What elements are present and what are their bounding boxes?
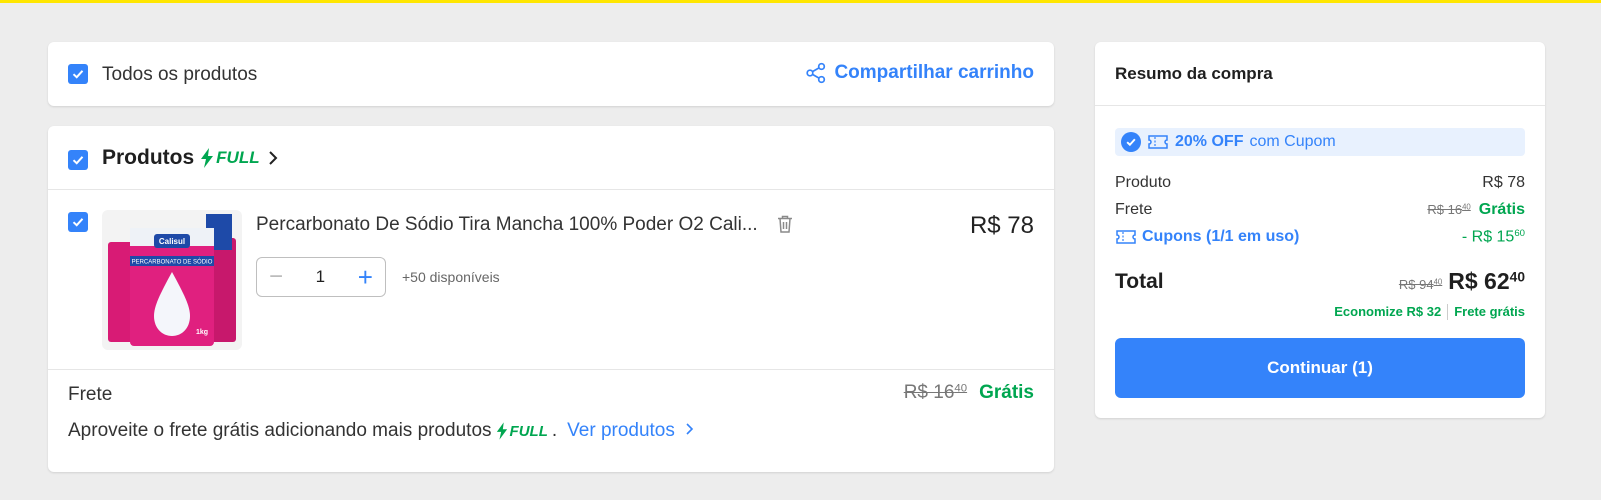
savings-divider [1447,304,1449,320]
purchase-summary-card: Resumo da compra 20% OFF com Cupom Produ… [1095,42,1545,418]
total-price: R$ 9440 R$ 6240 [1399,268,1525,295]
item-checkbox[interactable] [68,212,88,232]
product-image: Calisul PERCARBONATO DE SÓDIO 1kg [108,214,236,346]
free-shipping-promo: Aproveite o frete grátis adicionando mai… [68,420,694,442]
check-icon [72,156,84,165]
summary-coupons-row: Cupons (1/1 em uso) - R$ 1560 [1115,228,1525,246]
summary-shipping-old-cents: 40 [1462,202,1471,212]
select-all-checkbox[interactable] [68,64,88,84]
item-price: R$ 78 [969,212,1034,239]
lightning-icon [201,148,214,168]
see-products-label: Ver produtos [567,420,675,441]
stock-available: +50 disponíveis [402,269,500,285]
ticket-icon [1148,135,1168,149]
group-title[interactable]: Produtos FULL [102,146,280,170]
total-amount: R$ 62 [1448,268,1510,294]
thumb-weight: 1kg [196,329,208,336]
summary-title: Resumo da compra [1095,42,1545,106]
summary-shipping-label: Frete [1115,201,1153,218]
shipping-old-cents: 40 [954,382,968,395]
coupons-label: Cupons (1/1 em uso) [1142,228,1300,246]
group-checkbox[interactable] [68,150,88,170]
check-icon [72,218,84,227]
delete-item-button[interactable] [776,214,794,239]
chevron-right-icon [686,423,694,435]
total-old-price: R$ 9440 [1399,277,1442,292]
product-thumbnail[interactable]: Calisul PERCARBONATO DE SÓDIO 1kg [102,210,242,350]
quantity-stepper: − 1 + [256,257,386,297]
share-icon [806,62,826,84]
check-icon [72,70,84,79]
total-value: R$ 6240 [1448,268,1525,295]
shipping-label: Frete [68,384,113,405]
cart-item: Calisul PERCARBONATO DE SÓDIO 1kg Percar… [48,190,1054,370]
increase-quantity-button[interactable]: + [358,264,373,290]
coupons-link[interactable]: Cupons (1/1 em uso) [1115,228,1299,246]
summary-shipping-old-amount: R$ 16 [1427,202,1463,217]
shipping-price: R$ 1640 Grátis [904,382,1034,404]
quantity-value[interactable]: 1 [316,267,325,287]
summary-shipping-free: Grátis [1478,201,1525,218]
thumb-brand: Calisul [159,237,185,246]
summary-product-row: Produto R$ 78 [1115,174,1525,192]
product-name[interactable]: Percarbonato De Sódio Tira Mancha 100% P… [256,214,758,236]
chevron-right-icon [268,151,278,165]
promo-separator: . [551,420,558,441]
see-products-link[interactable]: Ver produtos [567,420,694,442]
total-label: Total [1115,270,1164,293]
shipping-old-price: R$ 1640 [904,382,967,404]
total-old-cents: 40 [1433,277,1443,287]
decrease-quantity-button[interactable]: − [269,265,283,289]
summary-product-value: R$ 78 [1482,174,1525,191]
share-cart-link[interactable]: Compartilhar carrinho [805,62,1034,84]
coupon-discount: 20% OFF [1175,133,1244,150]
savings-info: Economize R$ 32 Frete grátis [1334,304,1525,320]
full-badge-text: FULL [216,148,260,167]
coupons-discount-amount: - R$ 15 [1461,228,1515,246]
select-all-label: Todos os produtos [102,64,258,85]
promo-full-badge: FULL [496,422,548,440]
shipping-old-amount: R$ 16 [903,382,955,403]
free-shipping-text: Frete grátis [1454,304,1525,319]
promo-full-text: FULL [509,422,548,440]
coupon-text: com Cupom [1249,133,1336,150]
brand-top-bar [0,0,1601,3]
check-circle-icon [1121,132,1141,152]
summary-product-label: Produto [1115,174,1172,191]
coupons-discount: - R$ 1560 [1462,228,1525,246]
group-title-text: Produtos [102,146,195,169]
shipping-free: Grátis [979,382,1034,403]
summary-shipping-row: Frete R$ 1640 Grátis [1115,201,1525,219]
ticket-icon [1116,230,1136,244]
lightning-icon [496,422,507,440]
trash-icon [778,215,792,233]
coupons-discount-cents: 60 [1514,228,1525,239]
summary-shipping-old: R$ 1640 [1427,202,1470,217]
total-cents: 40 [1509,269,1525,285]
select-all-card: Todos os produtos Compartilhar carrinho [48,42,1054,106]
products-group-header: Produtos FULL [48,126,1054,190]
continue-button[interactable]: Continuar (1) [1115,338,1525,398]
coupon-applied-banner: 20% OFF com Cupom [1115,128,1525,156]
products-card: Produtos FULL Calisul PERCARBONATO DE SÓ… [48,126,1054,472]
share-cart-label: Compartilhar carrinho [834,62,1034,83]
thumb-text: PERCARBONATO DE SÓDIO [132,259,213,266]
total-old-amount: R$ 94 [1398,277,1434,292]
full-badge: FULL [200,148,260,168]
savings-text: Economize R$ 32 [1334,304,1442,319]
promo-text: Aproveite o frete grátis adicionando mai… [68,420,492,441]
